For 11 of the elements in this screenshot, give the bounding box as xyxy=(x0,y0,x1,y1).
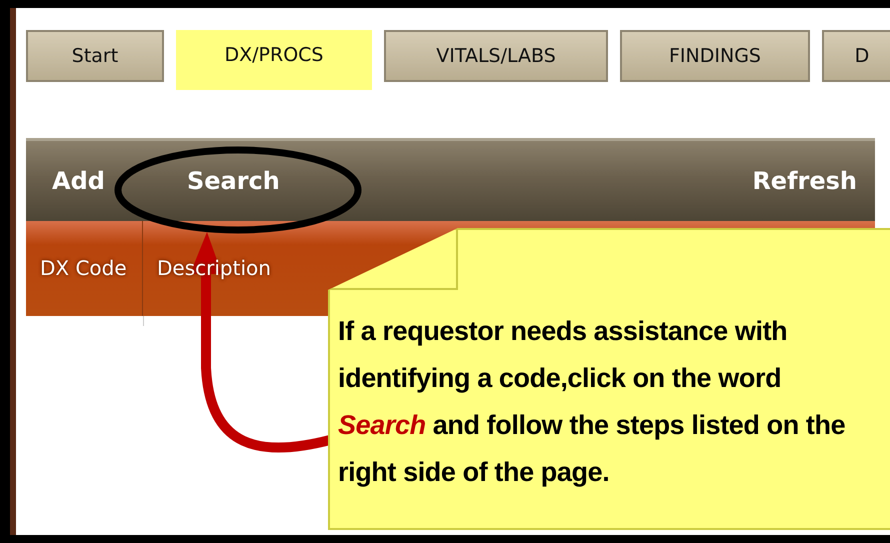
toolbar-button[interactable]: Add xyxy=(52,167,105,195)
column-header[interactable]: DX Code xyxy=(26,221,143,316)
tab[interactable]: D xyxy=(822,30,890,82)
column-header[interactable]: Description xyxy=(143,248,285,288)
refresh-button[interactable]: Refresh xyxy=(752,167,857,195)
callout-text: If a requestor needs assistance with identifying a code,click on the word Search and follow the steps listed on the right side of the page. xyxy=(338,315,846,489)
tab[interactable]: Start xyxy=(26,30,164,82)
toolbar-button[interactable]: Search xyxy=(186,167,280,195)
tab[interactable]: VITALS/LABS xyxy=(384,30,608,82)
tab[interactable]: FINDINGS xyxy=(620,30,810,82)
tab[interactable]: DX/PROCS xyxy=(176,30,372,90)
